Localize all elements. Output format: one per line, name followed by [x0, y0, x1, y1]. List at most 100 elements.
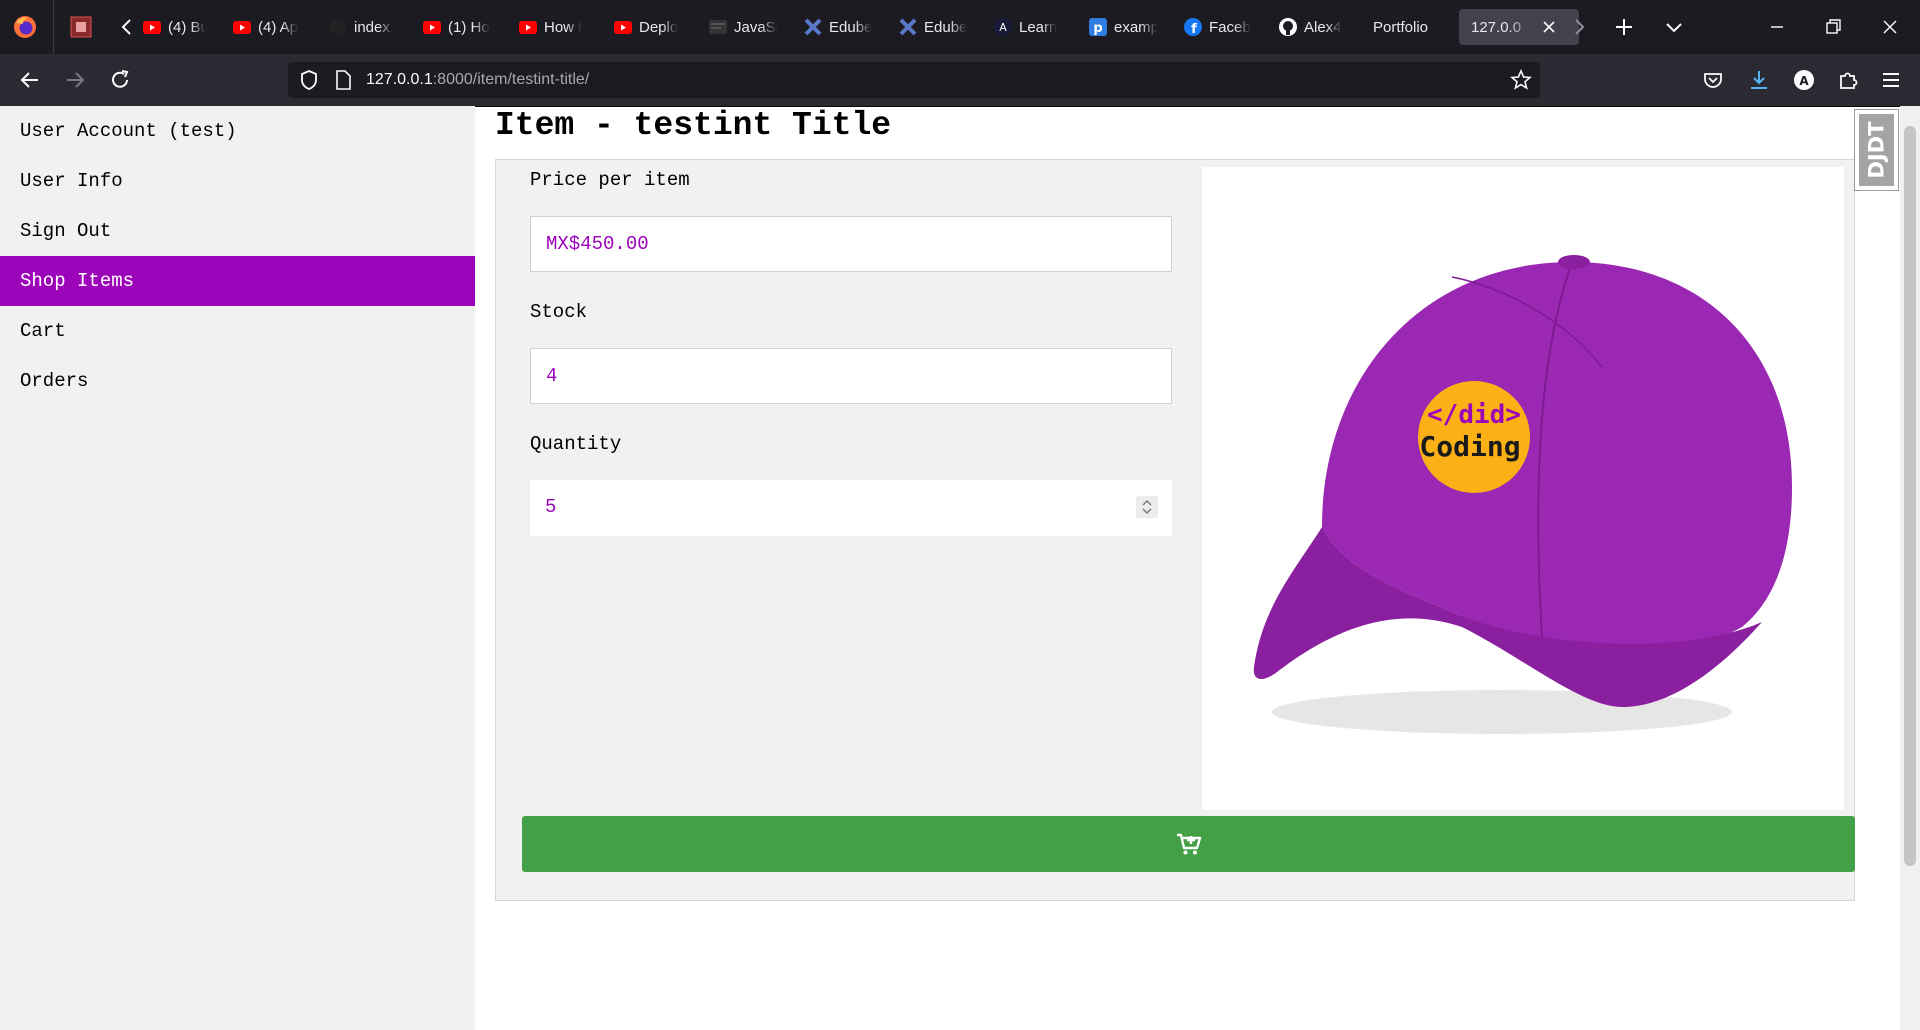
tab-item[interactable]: p examp [1088, 9, 1158, 45]
add-to-cart-button[interactable] [522, 816, 1855, 872]
new-tab-icon[interactable] [1611, 14, 1637, 40]
cap-illustration: </did> Coding [1253, 255, 1792, 734]
sidebar-item-shop-items[interactable]: Shop Items [0, 256, 475, 306]
p-icon: p [1088, 17, 1108, 37]
address-bar[interactable]: 127.0.0.1:8000/item/testint-title/ [288, 62, 1540, 98]
bookmark-star-icon[interactable] [1510, 69, 1532, 91]
sidebar-item-user-info[interactable]: User Info [0, 156, 475, 206]
back-icon[interactable] [17, 67, 43, 93]
youtube-icon [518, 17, 538, 37]
sidebar-item-cart[interactable]: Cart [0, 306, 475, 356]
extensions-icon[interactable] [1835, 67, 1861, 93]
scrollbar-thumb[interactable] [1904, 126, 1916, 866]
tab-label: examp [1114, 18, 1158, 36]
tab-label: Edube [924, 18, 968, 36]
tab-label: (1) Ho [448, 18, 490, 36]
tab-item[interactable]: index. [328, 9, 398, 45]
svg-text:f: f [1191, 22, 1197, 37]
tab-item[interactable]: Portfolio [1373, 9, 1463, 45]
minimize-icon[interactable] [1764, 14, 1790, 40]
pinned-tab-icon[interactable] [70, 16, 92, 38]
tab-item[interactable]: (4) Bu [142, 9, 206, 45]
tab-label: (4) Bu [168, 18, 206, 36]
quantity-label: Quantity [530, 433, 622, 455]
page-info-icon[interactable] [332, 69, 354, 91]
page-icon [708, 17, 728, 37]
youtube-icon [613, 17, 633, 37]
debug-toolbar-label-box: DJDT [1859, 114, 1894, 186]
browser-tab-bar: (4) Bu (4) Ap index. (1) Ho How t Deplo … [0, 0, 1920, 54]
quantity-value: 5 [545, 496, 557, 518]
youtube-icon [142, 17, 162, 37]
price-field[interactable]: MX$450.00 [530, 216, 1172, 272]
github-icon [1278, 17, 1298, 37]
forward-icon[interactable] [62, 67, 88, 93]
tab-item[interactable]: Edube [803, 9, 873, 45]
tab-label: Edube [829, 18, 873, 36]
list-all-tabs-icon[interactable] [1661, 14, 1687, 40]
svg-text:p: p [1093, 21, 1102, 36]
sidebar-item-user-account[interactable]: User Account (test) [0, 106, 475, 156]
close-window-icon[interactable] [1877, 14, 1903, 40]
tab-label: Learn [1019, 18, 1058, 36]
page-title: Item - testint Title [495, 107, 892, 144]
debug-toolbar-handle[interactable]: DJDT [1854, 109, 1899, 191]
tab-label: Alex4 [1304, 18, 1342, 36]
sidebar: User Account (test) User Info Sign Out S… [0, 106, 475, 1030]
quantity-stepper[interactable]: 5 [530, 480, 1172, 536]
close-tab-icon[interactable] [1541, 19, 1557, 35]
github-icon [328, 17, 348, 37]
tab-label: Portfolio [1373, 18, 1429, 36]
logo-line1: </did> [1427, 400, 1521, 430]
debug-toolbar-label: DJDT [1864, 121, 1889, 179]
add-to-cart-icon [1176, 833, 1201, 855]
tab-item[interactable]: (1) Ho [422, 9, 492, 45]
stock-field[interactable]: 4 [530, 348, 1172, 404]
reload-icon[interactable] [107, 67, 133, 93]
tab-item[interactable]: JavaSc [708, 9, 778, 45]
pocket-icon[interactable] [1700, 67, 1726, 93]
youtube-icon [422, 17, 442, 37]
edube-icon [898, 17, 918, 37]
stock-label: Stock [530, 301, 588, 323]
tab-scroll-left-icon[interactable] [116, 14, 138, 40]
item-card: Price per item MX$450.00 Stock 4 Quantit… [495, 159, 1855, 901]
tab-label: (4) Ap [258, 18, 299, 36]
youtube-icon [232, 17, 252, 37]
tab-item[interactable]: f Faceb [1183, 9, 1253, 45]
downloads-icon[interactable] [1746, 67, 1772, 93]
tab-item[interactable]: (4) Ap [232, 9, 302, 45]
svg-text:A: A [999, 21, 1007, 34]
tab-label: How t [544, 18, 583, 36]
logo-line2: Coding [1419, 430, 1520, 463]
angular-icon: A [993, 17, 1013, 37]
tab-item[interactable]: Edube [898, 9, 968, 45]
menu-icon[interactable] [1878, 67, 1904, 93]
tab-label: index. [354, 18, 395, 36]
tab-item[interactable]: How t [518, 9, 588, 45]
url-text[interactable]: 127.0.0.1:8000/item/testint-title/ [366, 71, 589, 89]
restore-icon[interactable] [1820, 14, 1846, 40]
tab-item[interactable]: A Learn [993, 9, 1063, 45]
product-image: </did> Coding [1202, 167, 1844, 810]
sidebar-item-orders[interactable]: Orders [0, 356, 475, 406]
svg-text:A: A [1799, 74, 1809, 88]
sidebar-item-sign-out[interactable]: Sign Out [0, 206, 475, 256]
tab-scroll-right-icon[interactable] [1566, 14, 1592, 40]
tab-item-active[interactable]: 127.0.0 [1459, 9, 1579, 45]
account-avatar-icon[interactable]: A [1791, 67, 1817, 93]
spinner-arrows-icon[interactable] [1136, 496, 1158, 518]
firefox-icon[interactable] [12, 14, 38, 40]
shield-icon[interactable] [298, 69, 320, 91]
tab-item[interactable]: Alex4 [1278, 9, 1348, 45]
browser-nav-bar: 127.0.0.1:8000/item/testint-title/ A [0, 54, 1920, 107]
price-label: Price per item [530, 169, 690, 191]
vertical-scrollbar[interactable] [1900, 106, 1920, 1030]
edube-icon [803, 17, 823, 37]
main-content: Item - testint Title Price per item MX$4… [475, 106, 1895, 1030]
tab-item[interactable]: Deplo [613, 9, 683, 45]
tab-separator [53, 0, 54, 54]
tab-label: Faceb [1209, 18, 1251, 36]
tab-label: 127.0.0 [1471, 18, 1522, 36]
facebook-icon: f [1183, 17, 1203, 37]
